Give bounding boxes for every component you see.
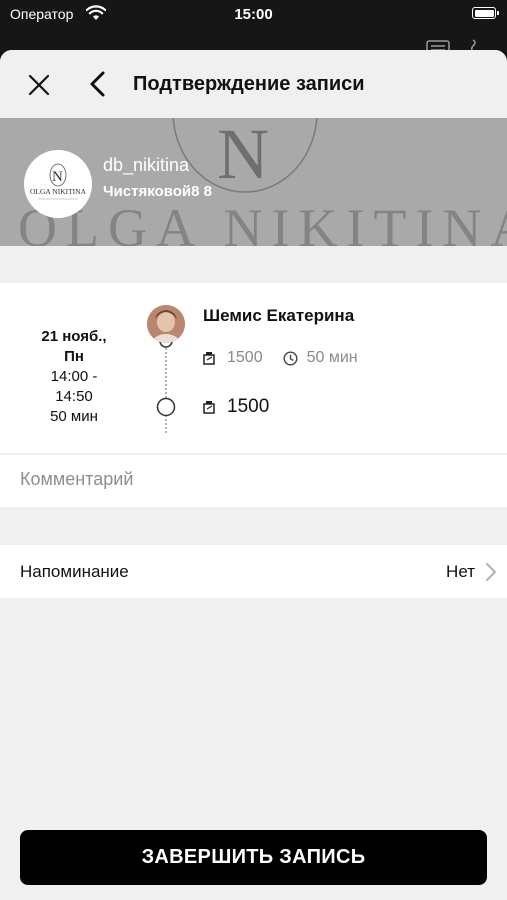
master-name: Шемис Екатерина	[203, 306, 355, 325]
comment-section	[0, 455, 507, 507]
total-row: 1500	[203, 396, 269, 418]
logo-initial: N	[52, 169, 63, 185]
comment-input[interactable]	[20, 469, 480, 490]
studio-name: db_nikitina	[103, 155, 190, 175]
watermark-initial: N	[217, 118, 269, 194]
page-title: Подтверждение записи	[133, 73, 365, 95]
reminder-row[interactable]: Напоминание Нет	[0, 545, 507, 598]
watermark-text: OLGA NIKITINA	[18, 198, 507, 246]
reminder-label: Напоминание	[20, 562, 129, 581]
battery-icon	[472, 7, 499, 19]
studio-logo: N OLGA NIKITINA	[24, 150, 92, 218]
complete-booking-button[interactable]: ЗАВЕРШИТЬ ЗАПИСЬ	[20, 830, 487, 885]
total-price: 1500	[227, 396, 270, 417]
reminder-value: Нет	[446, 562, 475, 581]
chevron-right-icon	[486, 563, 496, 581]
status-time: 15:00	[234, 6, 273, 23]
studio-address: Чистяковой8 8	[103, 183, 212, 200]
service-icon	[203, 352, 215, 365]
logo-text: OLGA NIKITINA	[30, 187, 87, 196]
nav-bar: Подтверждение записи	[0, 50, 507, 118]
studio-banner: N OLGA NIKITINA N OLGA NIKITINA db_nikit…	[0, 118, 507, 246]
back-chevron-icon[interactable]	[86, 68, 110, 100]
total-icon	[203, 401, 215, 414]
clock-icon	[283, 350, 298, 366]
booking-confirmation-sheet: Подтверждение записи N OLGA NIKITINA N O…	[0, 50, 507, 900]
master-avatar	[147, 305, 185, 343]
service-duration: 50 мин	[306, 349, 358, 366]
service-row: 1500 50 мин	[203, 349, 358, 367]
booking-card: 21 нояб., Пн 14:00 - 14:50 50 мин Шемис …	[0, 283, 507, 453]
status-bar: Оператор 15:00	[0, 0, 507, 56]
service-price: 1500	[227, 349, 263, 366]
close-icon[interactable]	[24, 70, 54, 100]
